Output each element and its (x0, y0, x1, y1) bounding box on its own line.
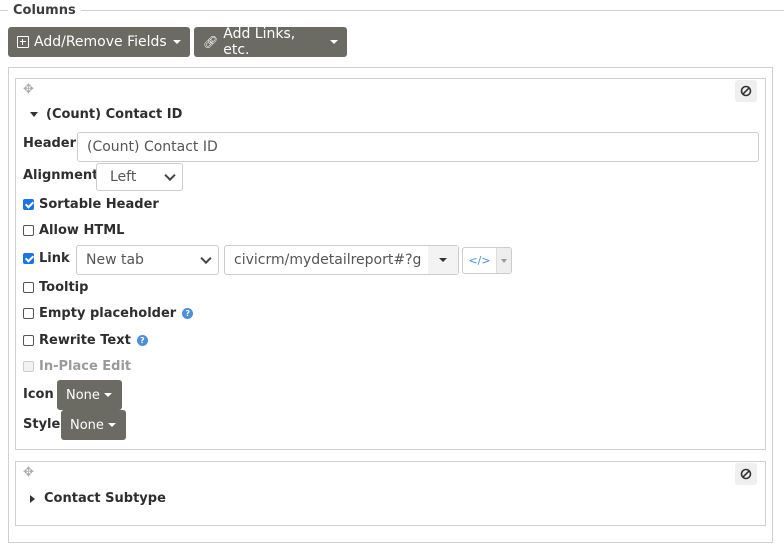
link-icon: 🔗︎ (203, 35, 219, 49)
add-remove-fields-button[interactable]: Add/Remove Fields (8, 27, 190, 57)
checkbox-unchecked[interactable] (23, 308, 34, 319)
rewrite-text-label: Rewrite Text (39, 333, 131, 348)
tooltip-label: Tooltip (39, 280, 89, 295)
add-remove-fields-label: Add/Remove Fields (34, 34, 167, 50)
icon-value: None (66, 387, 100, 403)
icon-dropdown-button[interactable]: None (57, 380, 122, 410)
fieldset-border (0, 10, 784, 11)
icon-label: Icon (23, 387, 54, 402)
code-icon[interactable]: </> (463, 248, 497, 273)
alignment-value: Left (110, 169, 137, 185)
disable-column-button[interactable] (735, 463, 757, 485)
style-value: None (70, 417, 104, 433)
drag-handle-icon[interactable]: ✥ (23, 465, 34, 480)
allow-html-checkbox[interactable]: Allow HTML (23, 223, 124, 238)
link-format-button-group[interactable]: </> (462, 247, 512, 274)
column-title: Contact Subtype (44, 491, 166, 506)
caret-right-icon (30, 494, 35, 503)
tooltip-checkbox[interactable]: Tooltip (23, 280, 88, 295)
header-input-value: (Count) Contact ID (87, 139, 218, 155)
fieldset-legend: Columns (8, 3, 81, 18)
caret-down-icon (439, 258, 447, 262)
header-input[interactable]: (Count) Contact ID (77, 132, 759, 162)
column-card: ✥ Contact Subtype (15, 461, 766, 526)
chevron-down-icon (164, 169, 176, 182)
checkbox-unchecked[interactable] (23, 335, 34, 346)
link-checkbox[interactable]: Link (23, 251, 70, 266)
in-place-edit-label: In-Place Edit (39, 359, 132, 374)
disable-column-button[interactable] (735, 80, 757, 102)
link-target-select[interactable]: New tab (76, 245, 219, 275)
style-dropdown-button[interactable]: None (61, 410, 126, 440)
link-path-dropdown-button[interactable] (428, 246, 458, 274)
chevron-down-icon (200, 252, 212, 265)
add-links-label: Add Links, etc. (223, 26, 296, 58)
link-format-dropdown-button[interactable] (497, 248, 511, 273)
in-place-edit-checkbox: In-Place Edit (23, 359, 131, 374)
help-icon[interactable]: ? (136, 335, 148, 346)
ban-icon (740, 85, 752, 97)
ban-icon (740, 468, 752, 480)
caret-down-icon (330, 40, 338, 44)
plus-square-icon (17, 36, 29, 48)
column-title: (Count) Contact ID (46, 107, 183, 122)
link-target-value: New tab (86, 252, 144, 268)
checkbox-unchecked[interactable] (23, 225, 34, 236)
header-label: Header (23, 136, 77, 151)
alignment-select[interactable]: Left (96, 163, 183, 191)
help-icon[interactable]: ? (182, 308, 194, 319)
style-label: Style (23, 417, 61, 432)
caret-down-icon (30, 112, 38, 117)
checkbox-unchecked[interactable] (23, 282, 34, 293)
caret-down-icon (172, 40, 181, 44)
link-label: Link (39, 251, 70, 266)
sortable-header-checkbox[interactable]: Sortable Header (23, 197, 159, 212)
link-path-value: civicrm/mydetailreport#?g (234, 252, 422, 268)
checkbox-disabled (23, 361, 34, 372)
caret-down-icon (107, 423, 116, 427)
checkbox-checked[interactable] (23, 253, 34, 264)
empty-placeholder-checkbox[interactable]: Empty placeholder ? (23, 306, 194, 321)
column-card: ✥ (Count) Contact ID Header (Count) Cont… (15, 78, 766, 450)
rewrite-text-checkbox[interactable]: Rewrite Text ? (23, 333, 148, 348)
link-path-combobox[interactable]: civicrm/mydetailreport#?g (224, 245, 459, 275)
checkbox-checked[interactable] (23, 199, 34, 210)
sortable-header-label: Sortable Header (39, 197, 159, 212)
add-links-button[interactable]: 🔗︎ Add Links, etc. (194, 26, 347, 58)
caret-down-icon (501, 258, 507, 263)
alignment-label: Alignment (23, 168, 99, 183)
caret-down-icon (103, 393, 112, 397)
column-title-toggle[interactable]: Contact Subtype (30, 491, 166, 506)
allow-html-label: Allow HTML (39, 223, 125, 238)
empty-placeholder-label: Empty placeholder (39, 306, 177, 321)
column-title-toggle[interactable]: (Count) Contact ID (30, 107, 182, 122)
drag-handle-icon[interactable]: ✥ (23, 82, 34, 97)
